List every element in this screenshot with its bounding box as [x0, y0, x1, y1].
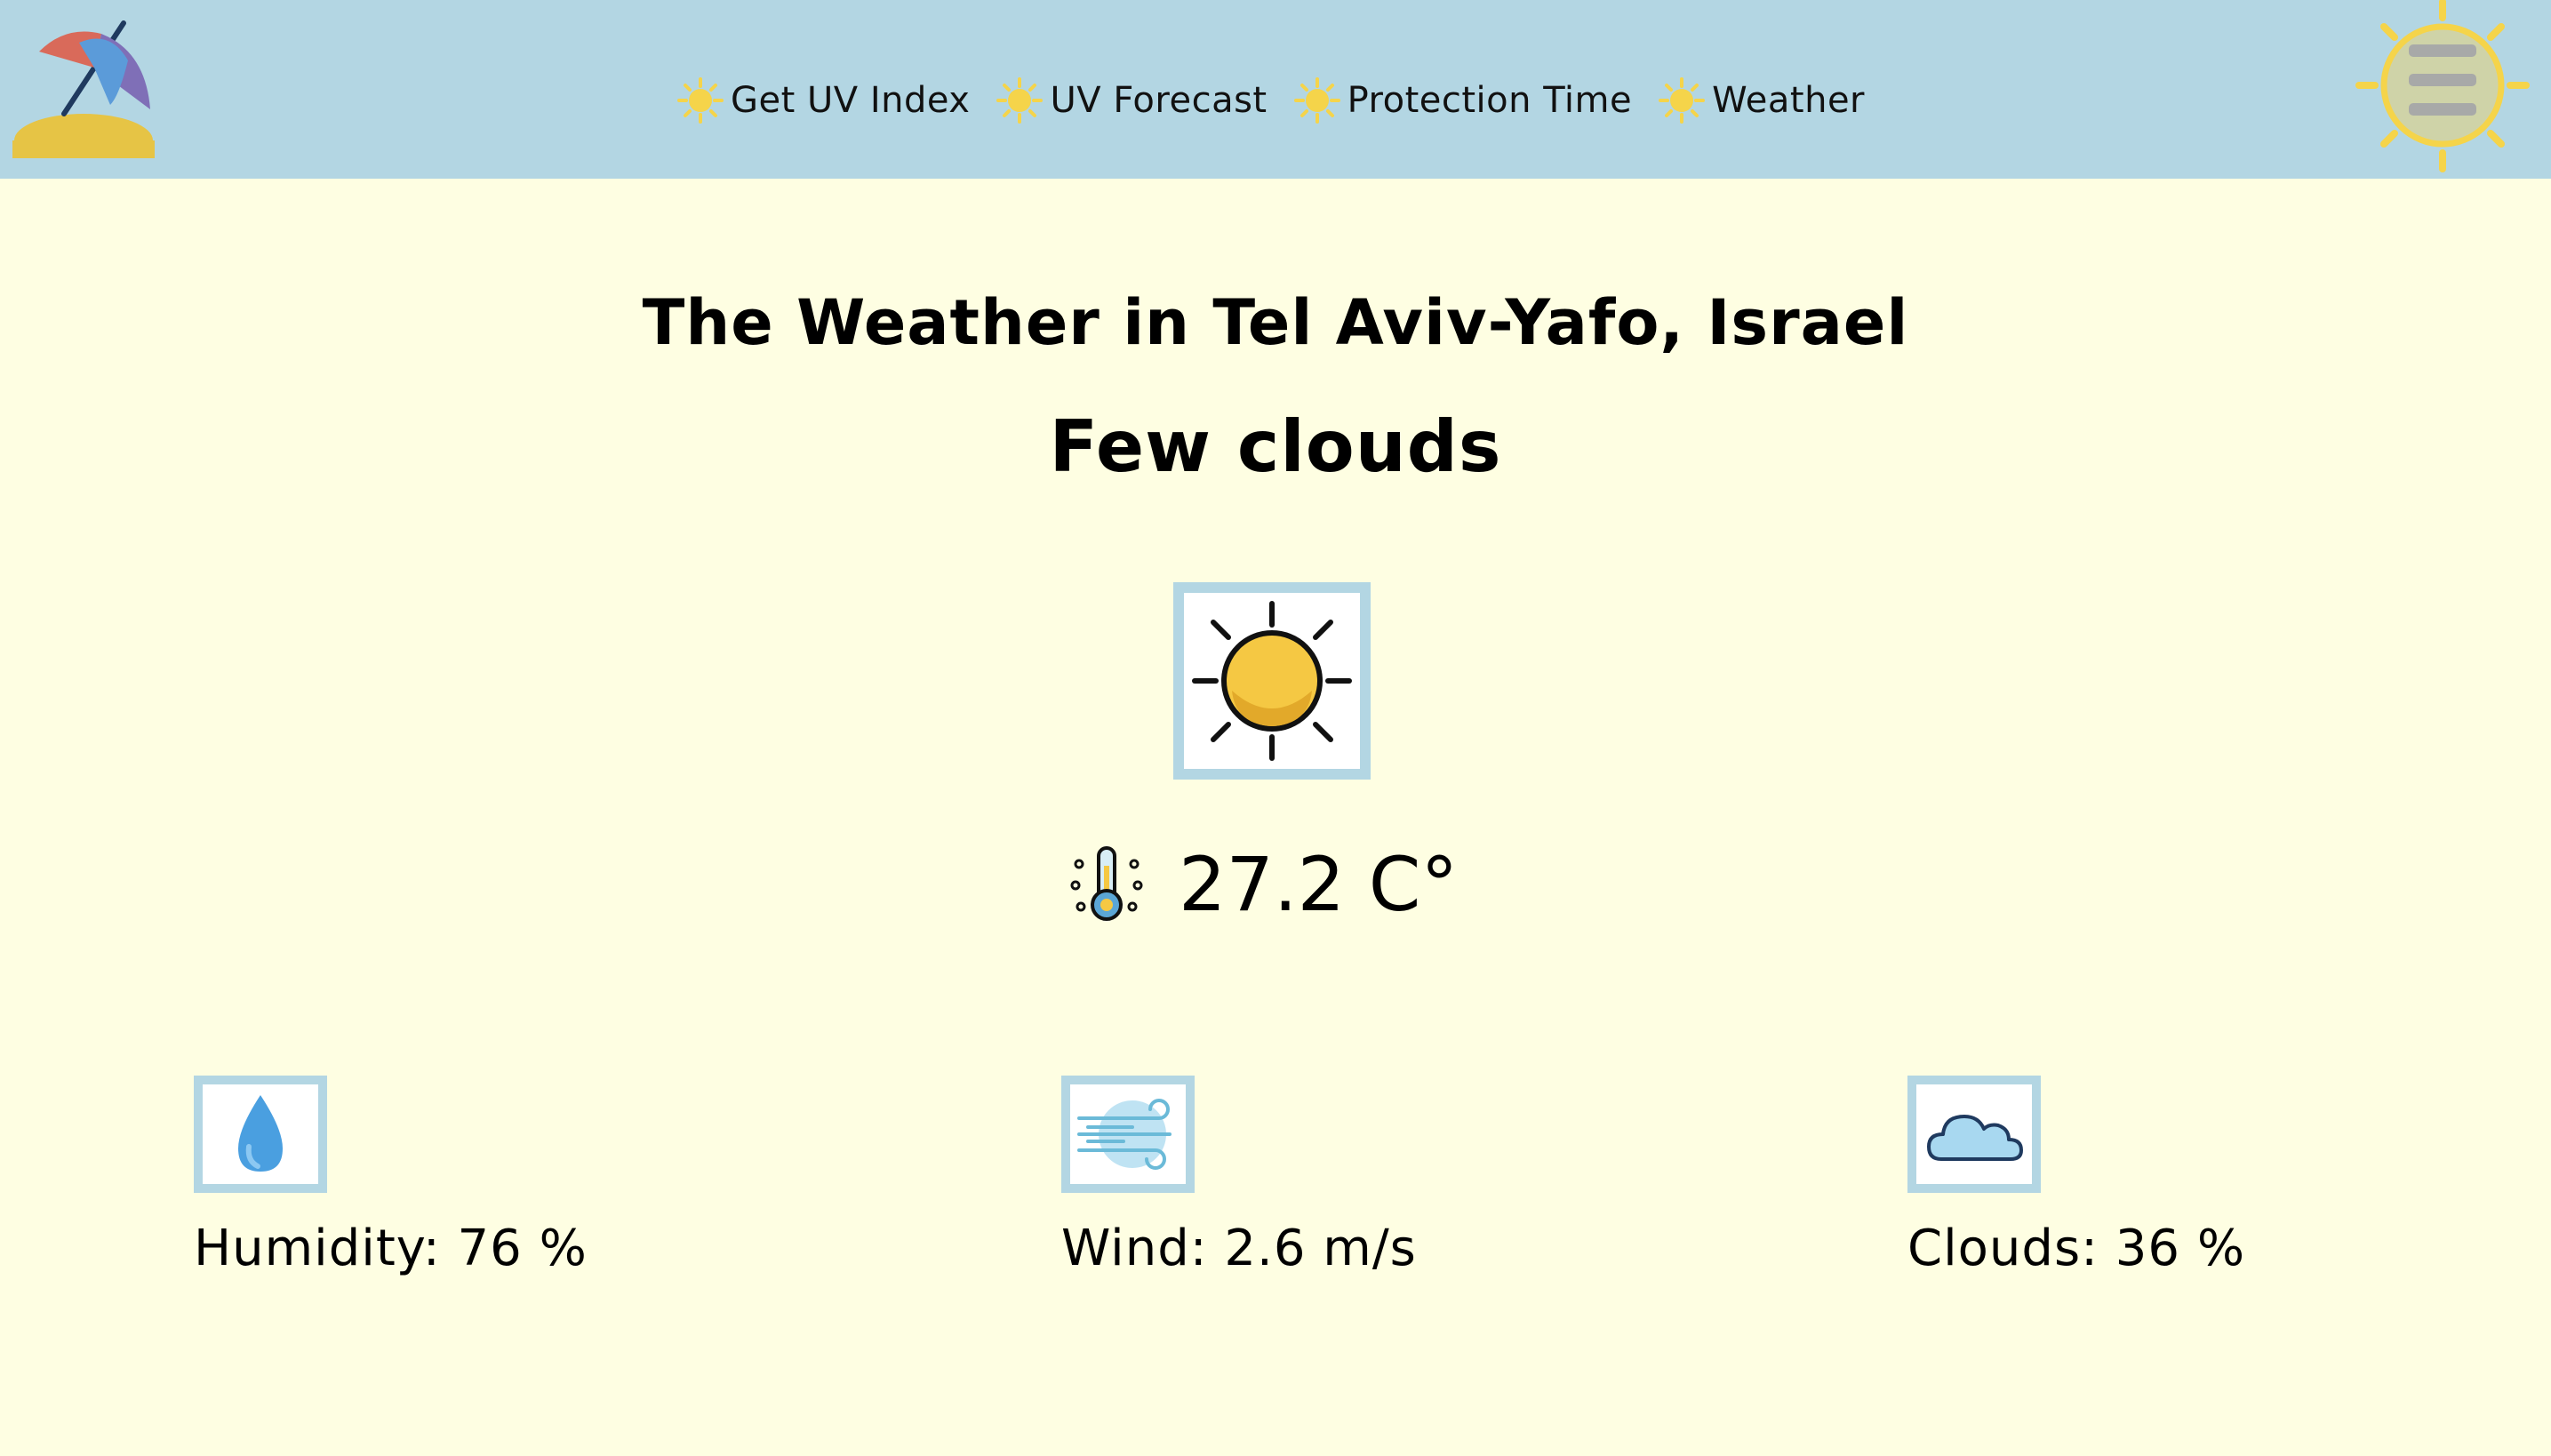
sun-icon — [1659, 77, 1706, 124]
humidity-stat: Humidity: 76 % — [194, 1076, 588, 1277]
nav-links: Get UV Index UV Forecast Protection Time… — [676, 69, 1890, 132]
temperature-value: 27.2 C° — [1179, 841, 1459, 928]
nav-link-label: Get UV Index — [731, 80, 971, 121]
nav-link-weather[interactable]: Weather — [1657, 76, 1865, 125]
nav-link-get-uv-index[interactable]: Get UV Index — [676, 76, 970, 125]
sun-icon — [996, 77, 1044, 124]
nav-link-protection-time[interactable]: Protection Time — [1292, 76, 1632, 125]
wind-stat: Wind: 2.6 m/s — [1061, 1076, 1417, 1277]
weather-description: Few clouds — [1049, 405, 1502, 488]
nav-link-uv-forecast[interactable]: UV Forecast — [995, 76, 1267, 125]
water-drop-icon — [238, 1095, 283, 1172]
wind-icon-box — [1061, 1076, 1195, 1193]
nav-link-label: UV Forecast — [1050, 80, 1268, 121]
thermometer-icon — [1070, 846, 1143, 921]
wind-value: Wind: 2.6 m/s — [1061, 1220, 1417, 1277]
cloud-icon — [1927, 1115, 2023, 1161]
sun-menu-button[interactable] — [2354, 0, 2531, 173]
sun-icon — [1293, 77, 1340, 124]
navbar: Get UV Index UV Forecast Protection Time… — [0, 0, 2551, 179]
temperature-row: 27.2 C° — [1067, 840, 1458, 929]
clouds-value: Clouds: 36 % — [1907, 1220, 2246, 1277]
sun-menu-icon — [2355, 0, 2530, 172]
page-title: The Weather in Tel Aviv-Yafo, Israel — [642, 286, 1909, 359]
beach-umbrella-logo-icon[interactable] — [12, 16, 155, 167]
nav-link-label: Protection Time — [1347, 80, 1633, 121]
nav-link-label: Weather — [1712, 80, 1865, 121]
sun-icon — [677, 77, 724, 124]
sun-icon — [1192, 601, 1352, 761]
humidity-value: Humidity: 76 % — [194, 1220, 588, 1277]
weather-condition-icon — [1173, 582, 1371, 780]
clouds-stat: Clouds: 36 % — [1907, 1076, 2245, 1277]
wind-icon — [1077, 1099, 1172, 1170]
clouds-icon-box — [1907, 1076, 2041, 1193]
humidity-icon-box — [194, 1076, 327, 1193]
